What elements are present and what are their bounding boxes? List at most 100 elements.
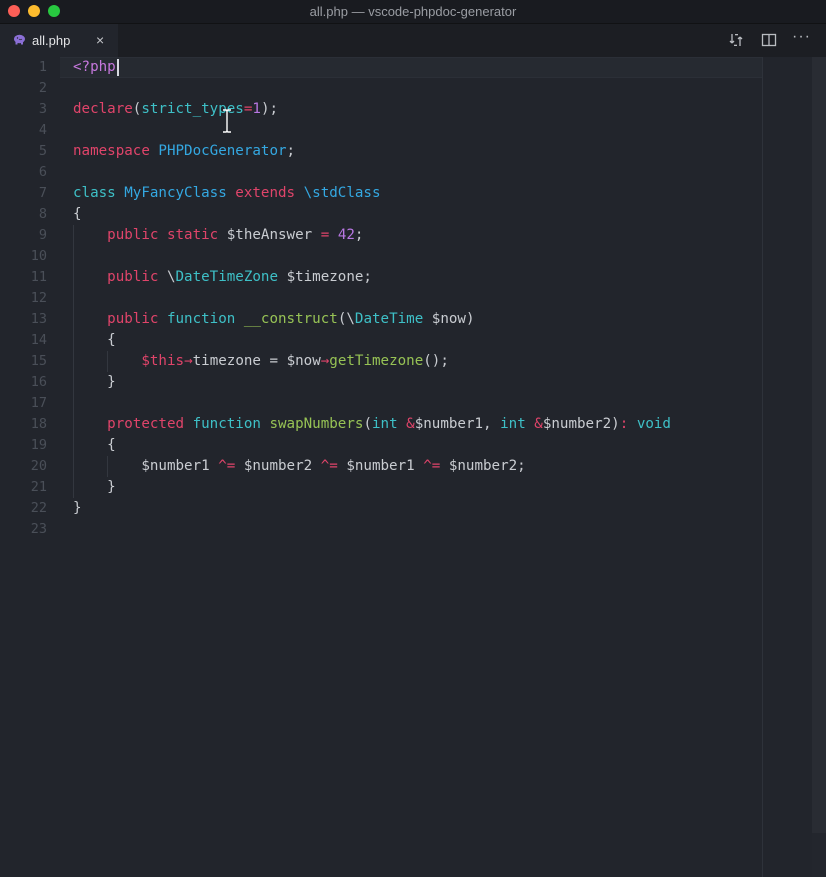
code-token: } bbox=[73, 500, 82, 516]
code-token: $number2; bbox=[448, 458, 526, 474]
code-text: class MyFancyClass extends \stdClass bbox=[73, 183, 381, 204]
line-number: 12 bbox=[30, 290, 47, 306]
code-token: class bbox=[73, 185, 125, 201]
code-text: public function __construct(\DateTime $n… bbox=[73, 309, 475, 330]
scrollbar-thumb[interactable] bbox=[812, 57, 826, 833]
code-token: (); bbox=[423, 353, 449, 369]
code-token: → bbox=[184, 353, 193, 369]
current-line-highlight bbox=[60, 57, 762, 78]
line-number: 9 bbox=[38, 227, 47, 243]
code-text: $this→timezone = $now→getTimezone(); bbox=[73, 351, 449, 372]
code-token: <?php bbox=[73, 59, 116, 75]
code-text: public \DateTimeZone $timezone; bbox=[73, 267, 372, 288]
column-ruler bbox=[762, 57, 763, 877]
line-number: 7 bbox=[38, 185, 47, 201]
code-text: { bbox=[73, 330, 116, 351]
open-changes-icon[interactable] bbox=[728, 32, 744, 48]
code-token: void bbox=[636, 416, 671, 432]
text-cursor-ibeam-icon bbox=[223, 109, 231, 133]
code-token: static bbox=[166, 227, 227, 243]
code-token: $now bbox=[286, 353, 321, 369]
line-number: 20 bbox=[30, 458, 47, 474]
code-token: timezone bbox=[192, 353, 270, 369]
code-token: $now) bbox=[431, 311, 475, 327]
indent-guide bbox=[73, 246, 74, 267]
code-token: { bbox=[73, 332, 116, 348]
code-token: protected bbox=[107, 416, 193, 432]
code-text: declare(strict_types=1); bbox=[73, 99, 278, 120]
code-token: : bbox=[619, 416, 637, 432]
code-token: function bbox=[192, 416, 270, 432]
code-editor[interactable]: 1 <?php 2 3 declare(strict_types=1); 4 5 namesp… bbox=[0, 57, 826, 877]
code-token: PHPDocGenerator bbox=[158, 143, 287, 159]
line-number: 11 bbox=[30, 269, 47, 285]
code-token: ); bbox=[260, 101, 279, 117]
code-token: $this bbox=[141, 353, 185, 369]
code-token: \ bbox=[166, 269, 176, 285]
code-token: DateTime bbox=[354, 311, 432, 327]
code-token: extends bbox=[235, 185, 304, 201]
code-token: __construct bbox=[243, 311, 338, 327]
tab-bar: all.php × ··· bbox=[0, 24, 826, 57]
code-token: ; bbox=[286, 143, 296, 159]
code-token: swapNumbers bbox=[269, 416, 364, 432]
code-token: { bbox=[73, 206, 82, 222]
code-token: } bbox=[73, 374, 116, 390]
indent-guide bbox=[73, 393, 74, 414]
php-elephant-icon bbox=[14, 34, 25, 45]
code-token: public bbox=[107, 311, 167, 327]
line-number: 16 bbox=[30, 374, 47, 390]
line-number: 6 bbox=[38, 164, 47, 180]
indent-guide bbox=[73, 288, 74, 309]
line-number: 23 bbox=[30, 521, 47, 537]
window-title: all.php — vscode-phpdoc-generator bbox=[309, 4, 517, 19]
code-text: } bbox=[73, 498, 82, 519]
code-token: = bbox=[320, 227, 338, 243]
close-tab-icon[interactable]: × bbox=[96, 32, 104, 48]
code-token: } bbox=[73, 479, 116, 495]
code-token: DateTimeZone bbox=[175, 269, 287, 285]
text-caret bbox=[116, 58, 119, 76]
line-number: 8 bbox=[38, 206, 47, 222]
code-token: declare bbox=[73, 101, 133, 117]
tab-label: all.php bbox=[32, 33, 71, 48]
code-token: int bbox=[500, 416, 535, 432]
code-token: namespace bbox=[73, 143, 159, 159]
code-token: \stdClass bbox=[303, 185, 381, 201]
code-token: $theAnswer bbox=[226, 227, 321, 243]
line-number: 18 bbox=[30, 416, 47, 432]
split-editor-icon[interactable] bbox=[761, 32, 777, 48]
code-token: (\ bbox=[337, 311, 355, 327]
code-token: & bbox=[534, 416, 543, 432]
code-text: } bbox=[73, 477, 116, 498]
code-token: public bbox=[107, 227, 167, 243]
code-token: = bbox=[269, 353, 287, 369]
code-token: $number1 bbox=[141, 458, 219, 474]
tab-all-php[interactable]: all.php × bbox=[0, 24, 118, 57]
line-number: 2 bbox=[38, 80, 47, 96]
code-token: ^= bbox=[423, 458, 449, 474]
code-token: MyFancyClass bbox=[124, 185, 236, 201]
code-text: namespace PHPDocGenerator; bbox=[73, 141, 295, 162]
line-number: 19 bbox=[30, 437, 47, 453]
more-actions-icon[interactable]: ··· bbox=[792, 28, 811, 46]
code-text: protected function swapNumbers(int &$num… bbox=[73, 414, 671, 435]
code-token: ; bbox=[354, 227, 364, 243]
code-text: { bbox=[73, 435, 116, 456]
code-token: $number2 bbox=[243, 458, 321, 474]
code-token: $timezone; bbox=[286, 269, 372, 285]
code-text: $number1 ^= $number2 ^= $number1 ^= $num… bbox=[73, 456, 526, 477]
code-token: getTimezone bbox=[329, 353, 424, 369]
line-number: 15 bbox=[30, 353, 47, 369]
code-token: $number1 bbox=[346, 458, 424, 474]
line-number: 13 bbox=[30, 311, 47, 327]
code-token: & bbox=[406, 416, 415, 432]
line-number: 10 bbox=[30, 248, 47, 264]
code-token: $number1, bbox=[414, 416, 501, 432]
line-number: 1 bbox=[38, 59, 47, 75]
